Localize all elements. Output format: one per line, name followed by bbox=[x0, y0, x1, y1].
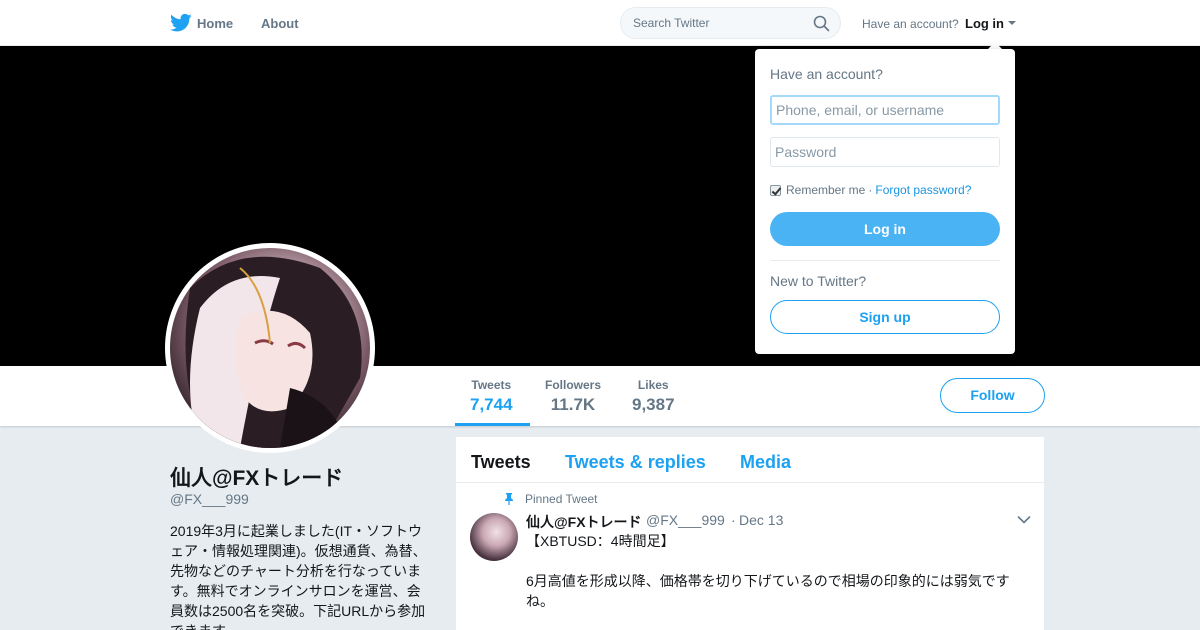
chevron-down-icon[interactable] bbox=[1017, 515, 1031, 525]
password-field[interactable] bbox=[770, 137, 1000, 167]
stat-label: Followers bbox=[545, 378, 602, 392]
timeline-tabs: Tweets Tweets & replies Media bbox=[456, 437, 1044, 483]
top-nav: Home About Search Twitter Have an accoun… bbox=[0, 0, 1200, 46]
chevron-down-icon[interactable] bbox=[1008, 21, 1016, 25]
timeline: Tweets Tweets & replies Media Pinned Twe… bbox=[456, 437, 1044, 630]
stat-tweets[interactable]: Tweets 7,744 bbox=[470, 378, 513, 415]
remember-me-row: Remember me · Forgot password? bbox=[770, 183, 971, 197]
stat-followers[interactable]: Followers 11.7K bbox=[545, 378, 601, 415]
new-to-twitter-text: New to Twitter? bbox=[770, 273, 867, 289]
tweet-author-name[interactable]: 仙人@FXトレード bbox=[526, 512, 642, 532]
have-account-text: Have an account? bbox=[862, 17, 959, 31]
stat-value: 9,387 bbox=[632, 395, 675, 414]
active-stat-underline bbox=[455, 423, 530, 426]
tweet-date[interactable]: Dec 13 bbox=[739, 512, 783, 528]
tab-tweets-replies[interactable]: Tweets & replies bbox=[565, 452, 706, 473]
tab-media[interactable]: Media bbox=[740, 452, 791, 473]
pinned-label: Pinned Tweet bbox=[525, 492, 598, 506]
search-input[interactable]: Search Twitter bbox=[620, 7, 841, 39]
search-icon[interactable] bbox=[813, 15, 830, 32]
stat-value: 7,744 bbox=[470, 395, 513, 414]
twitter-bird-icon[interactable] bbox=[170, 13, 192, 33]
stat-label: Tweets bbox=[471, 378, 512, 392]
divider bbox=[770, 260, 1000, 261]
follow-button[interactable]: Follow bbox=[940, 378, 1045, 413]
tweet-separator: · bbox=[731, 512, 736, 528]
profile-handle[interactable]: @FX___999 bbox=[170, 491, 249, 507]
search-placeholder: Search Twitter bbox=[633, 16, 710, 30]
username-field[interactable] bbox=[770, 95, 1000, 125]
nav-home-link[interactable]: Home bbox=[197, 16, 233, 31]
remember-separator: · bbox=[868, 183, 873, 197]
pin-icon bbox=[505, 493, 513, 505]
dropdown-title: Have an account? bbox=[770, 66, 883, 82]
login-dropdown: Have an account? Remember me · Forgot pa… bbox=[755, 49, 1015, 354]
tweet-text: 【XBTUSD：4時間足】 6月高値を形成以降、価格帯を切り下げているので相場の… bbox=[526, 533, 1010, 609]
login-button[interactable]: Log in bbox=[770, 212, 1000, 246]
stat-value: 11.7K bbox=[550, 395, 596, 414]
tweet-author-handle[interactable]: @FX___999 bbox=[646, 512, 725, 528]
stat-label: Likes bbox=[637, 378, 669, 392]
stat-likes[interactable]: Likes 9,387 bbox=[632, 378, 675, 415]
avatar-illustration bbox=[185, 256, 362, 448]
profile-avatar[interactable] bbox=[165, 243, 375, 453]
nav-about-link[interactable]: About bbox=[261, 16, 299, 31]
profile-name: 仙人@FXトレード bbox=[170, 467, 344, 490]
remember-me-checkbox[interactable] bbox=[770, 184, 781, 196]
forgot-password-link[interactable]: Forgot password? bbox=[875, 183, 971, 197]
tweet-avatar[interactable] bbox=[470, 513, 518, 561]
login-menu-button[interactable]: Log in bbox=[965, 16, 1004, 31]
tab-tweets[interactable]: Tweets bbox=[471, 452, 531, 473]
remember-me-label[interactable]: Remember me bbox=[786, 183, 865, 197]
avatar-image bbox=[170, 248, 370, 448]
signup-button[interactable]: Sign up bbox=[770, 300, 1000, 334]
profile-bio: 2019年3月に起業しました(IT・ソフトウェア・情報処理関連)。仮想通貨、為替… bbox=[170, 523, 427, 630]
